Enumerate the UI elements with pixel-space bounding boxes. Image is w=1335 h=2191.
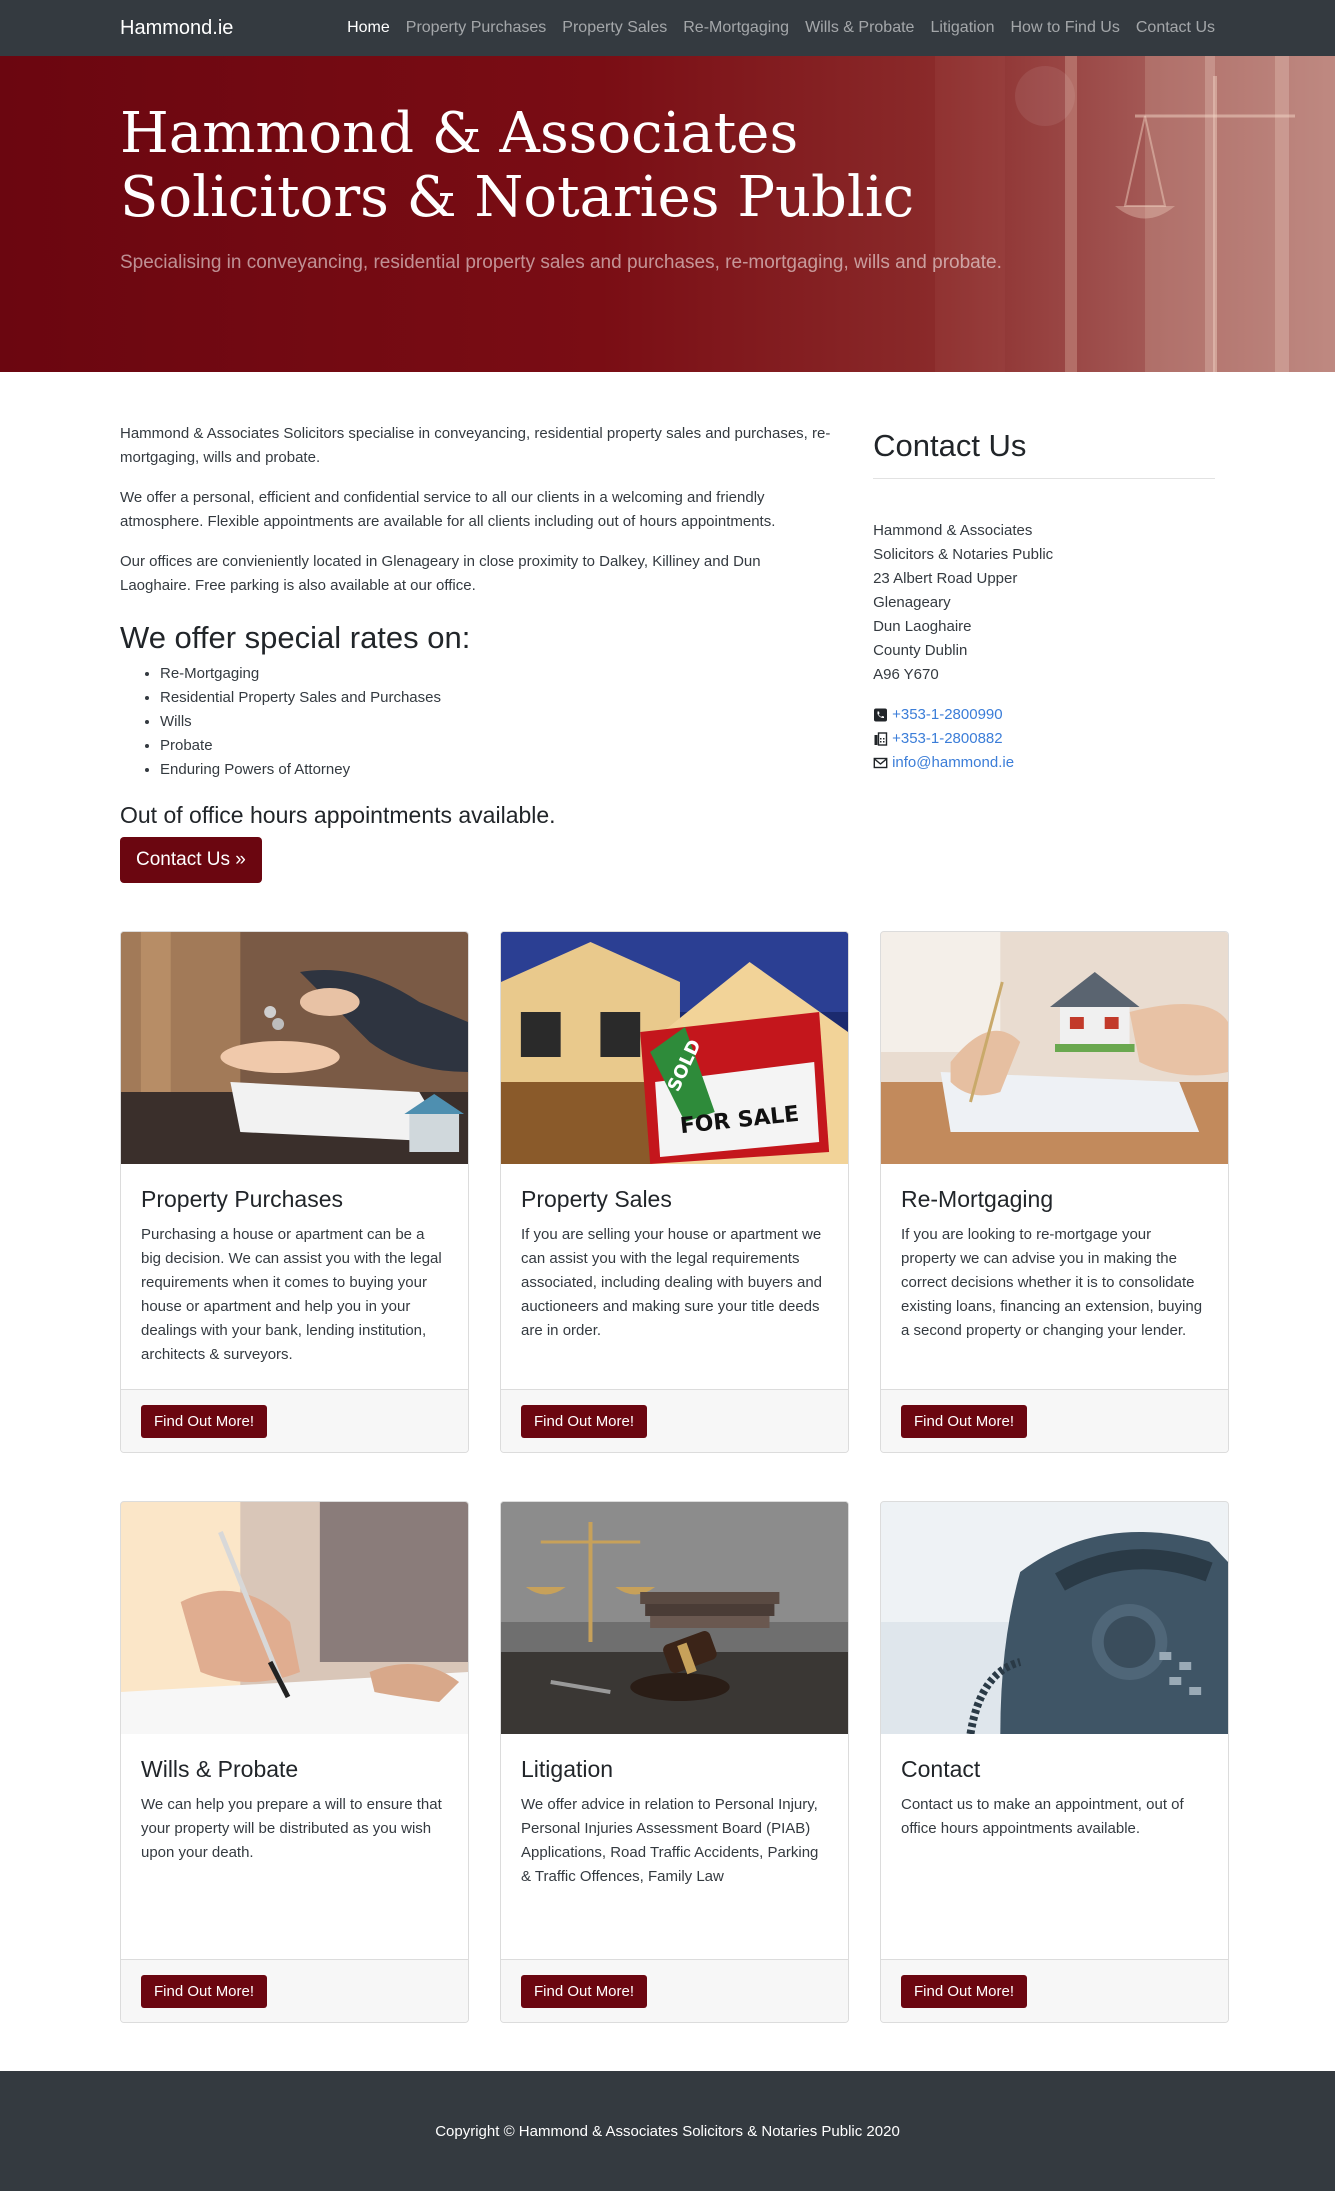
- list-item: Enduring Powers of Attorney: [160, 758, 835, 782]
- card-title: Property Sales: [521, 1186, 672, 1212]
- find-out-more-button[interactable]: Find Out More!: [521, 1404, 648, 1438]
- address-line: Dun Laoghaire: [873, 618, 972, 635]
- special-rates-list: Re-Mortgaging Residential Property Sales…: [120, 662, 835, 782]
- card-text: We can help you prepare a will to ensure…: [141, 1796, 442, 1861]
- hero-title-line-1: Hammond & Associates: [120, 101, 799, 166]
- phone-row: +353-1-2800990: [873, 703, 1215, 727]
- house-model-in-hand-image: [881, 932, 1228, 1164]
- contact-us-button[interactable]: Contact Us »: [120, 837, 262, 883]
- card-wills-probate: Wills & Probate We can help you prepare …: [120, 1501, 469, 2023]
- nav-item-wills-probate[interactable]: Wills & Probate: [797, 19, 922, 37]
- card-footer: Find Out More!: [501, 1959, 848, 2022]
- contact-heading: Contact Us: [873, 422, 1215, 479]
- card-text: Contact us to make an appointment, out o…: [901, 1796, 1184, 1837]
- contact-sidebar: Contact Us Hammond & Associates Solicito…: [873, 422, 1215, 883]
- find-out-more-button[interactable]: Find Out More!: [901, 1404, 1028, 1438]
- hero-title-line-2: Solicitors & Notaries Public: [120, 165, 915, 230]
- fax-row: +353-1-2800882: [873, 727, 1215, 751]
- card-title: Litigation: [521, 1756, 614, 1782]
- find-out-more-button[interactable]: Find Out More!: [521, 1974, 648, 2008]
- nav-item-how-to-find-us[interactable]: How to Find Us: [1002, 19, 1127, 37]
- list-item: Re-Mortgaging: [160, 662, 835, 686]
- card-footer: Find Out More!: [881, 1389, 1228, 1452]
- main-content: Hammond & Associates Solicitors speciali…: [0, 372, 1335, 883]
- card-footer: Find Out More!: [121, 1389, 468, 1452]
- card-litigation: Litigation We offer advice in relation t…: [500, 1501, 849, 2023]
- card-title: Wills & Probate: [141, 1756, 299, 1782]
- card-body: Property Purchases Purchasing a house or…: [121, 1164, 468, 1389]
- find-out-more-button[interactable]: Find Out More!: [141, 1404, 268, 1438]
- address-line: Glenageary: [873, 594, 951, 611]
- card-title: Property Purchases: [141, 1186, 343, 1212]
- card-contact: Contact Contact us to make an appointmen…: [880, 1501, 1229, 2023]
- card-property-sales: SOLD FOR SALE Property Sales If you are …: [500, 931, 849, 1453]
- out-of-hours-heading: Out of office hours appointments availab…: [120, 802, 556, 828]
- envelope-icon: [873, 757, 888, 769]
- card-body: Wills & Probate We can help you prepare …: [121, 1734, 468, 1959]
- intro-paragraph-1: Hammond & Associates Solicitors speciali…: [120, 425, 831, 466]
- nav-menu: Home Property Purchases Property Sales R…: [339, 19, 1215, 37]
- brand-link[interactable]: Hammond.ie: [120, 17, 233, 40]
- intro-paragraph-3: Our offices are convieniently located in…: [120, 553, 761, 594]
- card-text: If you are looking to re-mortgage your p…: [901, 1226, 1203, 1339]
- address-line: Hammond & Associates: [873, 522, 1033, 539]
- phone-icon: [874, 708, 888, 722]
- card-body: Litigation We offer advice in relation t…: [501, 1734, 848, 1959]
- fax-icon: [874, 732, 888, 746]
- card-re-mortgaging: Re-Mortgaging If you are looking to re-m…: [880, 931, 1229, 1453]
- find-out-more-button[interactable]: Find Out More!: [141, 1974, 268, 2008]
- copyright-text: Copyright © Hammond & Associates Solicit…: [435, 2122, 900, 2140]
- phone-link[interactable]: +353-1-2800990: [892, 703, 1003, 727]
- list-item: Residential Property Sales and Purchases: [160, 686, 835, 710]
- card-body: Contact Contact us to make an appointmen…: [881, 1734, 1228, 1959]
- special-rates-heading: We offer special rates on:: [120, 620, 471, 655]
- for-sale-sign-image: SOLD FOR SALE: [501, 932, 848, 1164]
- card-title: Re-Mortgaging: [901, 1186, 1054, 1212]
- address-line: 23 Albert Road Upper: [873, 570, 1018, 587]
- card-text: We offer advice in relation to Personal …: [521, 1796, 819, 1885]
- card-body: Property Sales If you are selling your h…: [501, 1164, 848, 1389]
- address-line: A96 Y670: [873, 666, 939, 683]
- hero-banner: Hammond & Associates Solicitors & Notari…: [0, 56, 1335, 372]
- nav-item-property-sales[interactable]: Property Sales: [554, 19, 675, 37]
- top-navbar: Hammond.ie Home Property Purchases Prope…: [0, 0, 1335, 56]
- address-line: Solicitors & Notaries Public: [873, 546, 1054, 563]
- card-title: Contact: [901, 1756, 981, 1782]
- contact-address: Hammond & Associates Solicitors & Notari…: [873, 519, 1215, 687]
- page-footer: Copyright © Hammond & Associates Solicit…: [0, 2071, 1335, 2191]
- fax-link[interactable]: +353-1-2800882: [892, 727, 1003, 751]
- handing-keys-image: [121, 932, 468, 1164]
- nav-item-re-mortgaging[interactable]: Re-Mortgaging: [675, 19, 797, 37]
- list-item: Probate: [160, 734, 835, 758]
- list-item: Wills: [160, 710, 835, 734]
- card-text: If you are selling your house or apartme…: [521, 1226, 823, 1339]
- card-text: Purchasing a house or apartment can be a…: [141, 1226, 442, 1363]
- email-row: info@hammond.ie: [873, 751, 1215, 775]
- nav-item-litigation[interactable]: Litigation: [922, 19, 1002, 37]
- desk-telephone-image: [881, 1502, 1228, 1734]
- contact-details: +353-1-2800990 +353-1-2800882 info@hammo…: [873, 703, 1215, 775]
- nav-item-contact-us[interactable]: Contact Us: [1128, 19, 1215, 37]
- card-footer: Find Out More!: [881, 1959, 1228, 2022]
- email-link[interactable]: info@hammond.ie: [892, 751, 1014, 775]
- find-out-more-button[interactable]: Find Out More!: [901, 1974, 1028, 2008]
- gavel-and-scales-image: [501, 1502, 848, 1734]
- address-line: County Dublin: [873, 642, 968, 659]
- card-property-purchases: Property Purchases Purchasing a house or…: [120, 931, 469, 1453]
- signing-document-image: [121, 1502, 468, 1734]
- hero-subtitle: Specialising in conveyancing, residentia…: [120, 252, 1002, 273]
- service-cards: Property Purchases Purchasing a house or…: [0, 883, 1335, 2023]
- nav-item-property-purchases[interactable]: Property Purchases: [398, 19, 555, 37]
- nav-item-home[interactable]: Home: [339, 19, 398, 37]
- card-body: Re-Mortgaging If you are looking to re-m…: [881, 1164, 1228, 1389]
- card-footer: Find Out More!: [501, 1389, 848, 1452]
- hero-title: Hammond & Associates Solicitors & Notari…: [120, 102, 1215, 230]
- card-footer: Find Out More!: [121, 1959, 468, 2022]
- intro-column: Hammond & Associates Solicitors speciali…: [120, 422, 835, 883]
- intro-paragraph-2: We offer a personal, efficient and confi…: [120, 489, 776, 530]
